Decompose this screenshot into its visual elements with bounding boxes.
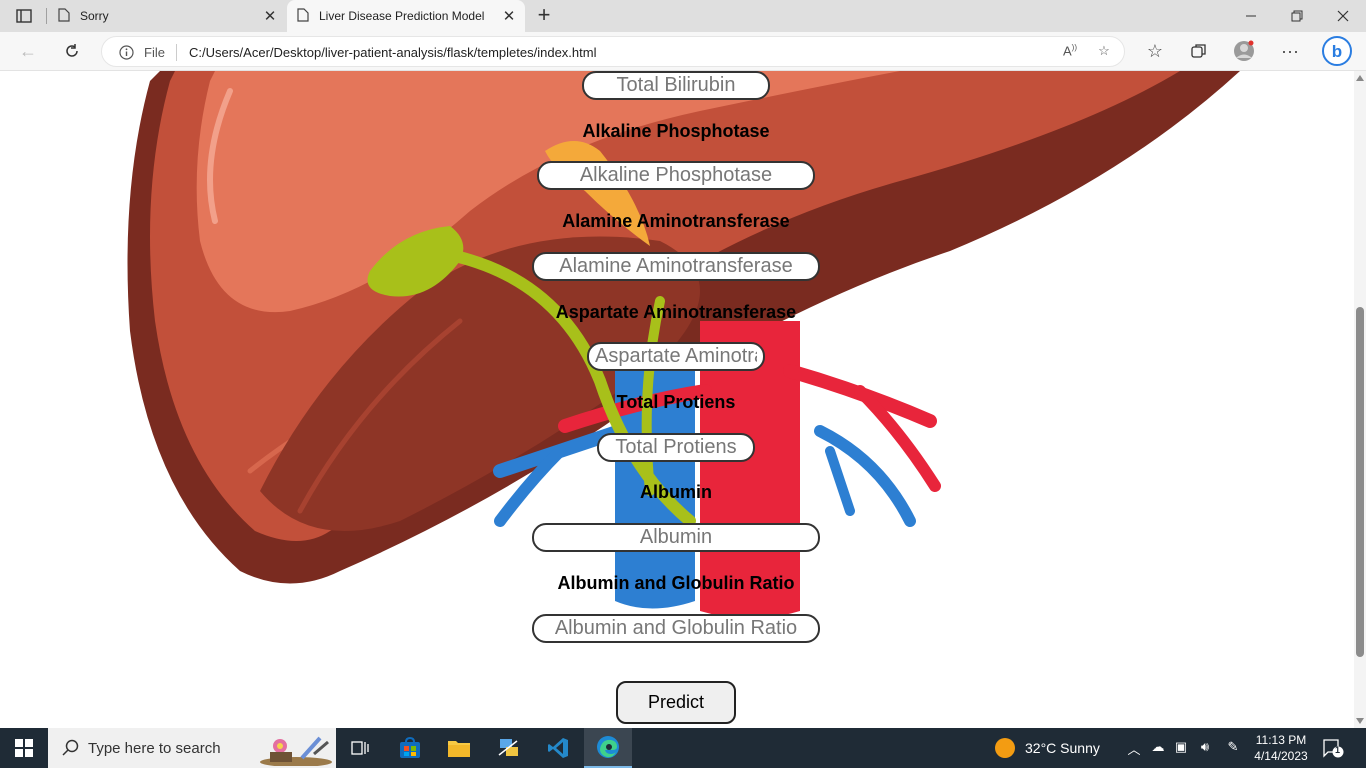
scheme-label: File xyxy=(144,45,165,60)
vscode-icon[interactable] xyxy=(534,728,582,768)
alamine-aminotransferase-input[interactable] xyxy=(532,252,820,281)
browser-toolbar: ← File C:/Users/Acer/Desktop/liver-patie… xyxy=(0,32,1366,71)
page-icon xyxy=(58,7,70,25)
file-explorer-icon[interactable] xyxy=(435,728,483,768)
info-icon[interactable] xyxy=(119,45,134,65)
tab-title: Sorry xyxy=(80,9,109,23)
windows-start-icon[interactable] xyxy=(0,728,48,768)
bing-icon[interactable]: b xyxy=(1322,36,1352,66)
notification-count: 1 xyxy=(1335,745,1341,755)
alkaline-phosphotase-input[interactable] xyxy=(537,161,815,190)
windows-taskbar: Type here to search 32°C Sunny ︿ ☁ ▣ 🔊︎ … xyxy=(0,728,1366,768)
clock-time: 11:13 PM xyxy=(1255,733,1307,747)
svg-text:b: b xyxy=(1332,42,1342,61)
sun-icon xyxy=(995,738,1015,758)
alamine-aminotransferase-label: Alamine Aminotransferase xyxy=(562,211,790,231)
favorites-icon[interactable]: ☆ xyxy=(1142,39,1168,63)
task-view-icon[interactable] xyxy=(336,728,384,768)
microsoft-store-icon[interactable] xyxy=(386,728,434,768)
tab-sorry[interactable]: Sorry ✕ xyxy=(48,0,286,32)
volume-icon[interactable]: 🔊︎ xyxy=(1196,739,1214,757)
collections-icon[interactable] xyxy=(1186,39,1212,63)
scroll-up-arrow-icon[interactable] xyxy=(1356,75,1364,81)
aspartate-aminotransferase-label: Aspartate Aminotransferase xyxy=(555,302,797,322)
network-app-icon[interactable] xyxy=(485,728,533,768)
meet-now-icon[interactable]: ▣ xyxy=(1172,739,1190,757)
address-bar[interactable]: File C:/Users/Acer/Desktop/liver-patient… xyxy=(101,36,1125,67)
address-separator xyxy=(176,44,177,61)
url-text[interactable]: C:/Users/Acer/Desktop/liver-patient-anal… xyxy=(189,45,596,60)
add-favorite-icon[interactable]: ☆ xyxy=(1094,43,1114,63)
edge-browser-icon[interactable] xyxy=(584,728,632,768)
notification-center-icon[interactable]: 1 xyxy=(1322,738,1344,763)
page-icon xyxy=(297,7,309,25)
clock-date: 4/14/2023 xyxy=(1254,749,1308,763)
search-highlight-art-icon xyxy=(258,732,334,771)
albumin-globulin-ratio-input[interactable] xyxy=(532,614,820,643)
tab-separator xyxy=(46,8,47,24)
total-bilirubin-input[interactable] xyxy=(582,71,770,100)
aspartate-aminotransferase-input[interactable] xyxy=(587,342,765,371)
tab-actions-icon[interactable] xyxy=(8,5,40,27)
tab-title: Liver Disease Prediction Model xyxy=(319,9,485,23)
chevron-up-icon[interactable]: ︿ xyxy=(1125,739,1143,757)
weather-text: 32°C Sunny xyxy=(1025,740,1100,756)
total-protiens-input[interactable] xyxy=(597,433,755,462)
cloud-sync-icon[interactable]: ☁ xyxy=(1149,739,1167,757)
pen-icon[interactable]: ✎ xyxy=(1224,739,1242,757)
restore-button[interactable] xyxy=(1274,0,1320,32)
more-menu-icon[interactable]: ··· xyxy=(1277,39,1303,63)
page-viewport: Alkaline Phosphotase Alamine Aminotransf… xyxy=(0,71,1354,728)
prediction-form: Alkaline Phosphotase Alamine Aminotransf… xyxy=(0,71,1354,728)
taskbar-search-box[interactable]: Type here to search xyxy=(48,728,336,768)
read-aloud-icon[interactable]: A)) xyxy=(1060,43,1080,63)
back-arrow-icon[interactable]: ← xyxy=(15,39,41,63)
predict-button[interactable]: Predict xyxy=(616,681,736,724)
alkaline-phosphotase-label: Alkaline Phosphotase xyxy=(582,121,770,141)
albumin-label: Albumin xyxy=(640,482,712,502)
albumin-input[interactable] xyxy=(532,523,820,552)
weather-widget[interactable]: 32°C Sunny xyxy=(995,728,1100,768)
search-icon xyxy=(62,739,80,762)
albumin-globulin-ratio-label: Albumin and Globulin Ratio xyxy=(557,573,795,593)
minimize-button[interactable] xyxy=(1228,0,1274,32)
new-tab-button[interactable]: + xyxy=(531,4,557,28)
page-scrollbar[interactable] xyxy=(1354,71,1366,728)
close-tab-icon[interactable]: ✕ xyxy=(258,7,282,25)
total-protiens-label: Total Protiens xyxy=(616,392,736,412)
clock[interactable]: 11:13 PM 4/14/2023 xyxy=(1248,732,1314,764)
browser-tab-bar: Sorry ✕ Liver Disease Prediction Model ✕… xyxy=(0,0,1366,32)
tab-liver-disease[interactable]: Liver Disease Prediction Model ✕ xyxy=(287,0,525,32)
close-tab-icon[interactable]: ✕ xyxy=(497,7,521,25)
scroll-thumb[interactable] xyxy=(1356,307,1364,657)
scroll-down-arrow-icon[interactable] xyxy=(1356,718,1364,724)
refresh-icon[interactable] xyxy=(59,39,85,63)
profile-avatar[interactable] xyxy=(1231,39,1257,63)
search-placeholder: Type here to search xyxy=(88,740,221,757)
close-window-button[interactable] xyxy=(1320,0,1366,32)
